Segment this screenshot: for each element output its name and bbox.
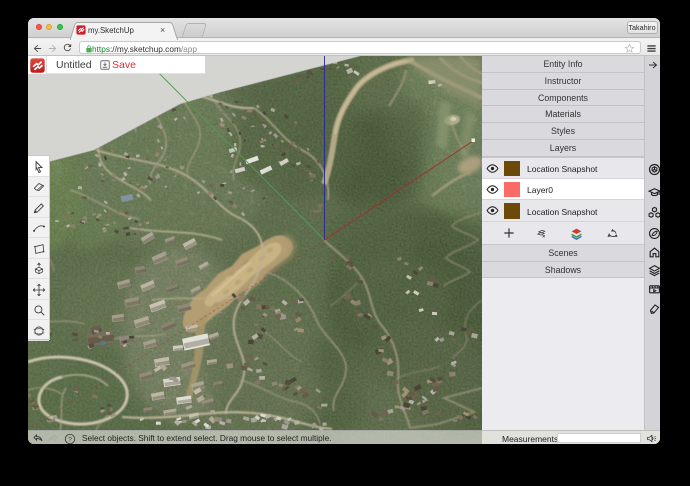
svg-text:?: ? [68, 436, 72, 443]
